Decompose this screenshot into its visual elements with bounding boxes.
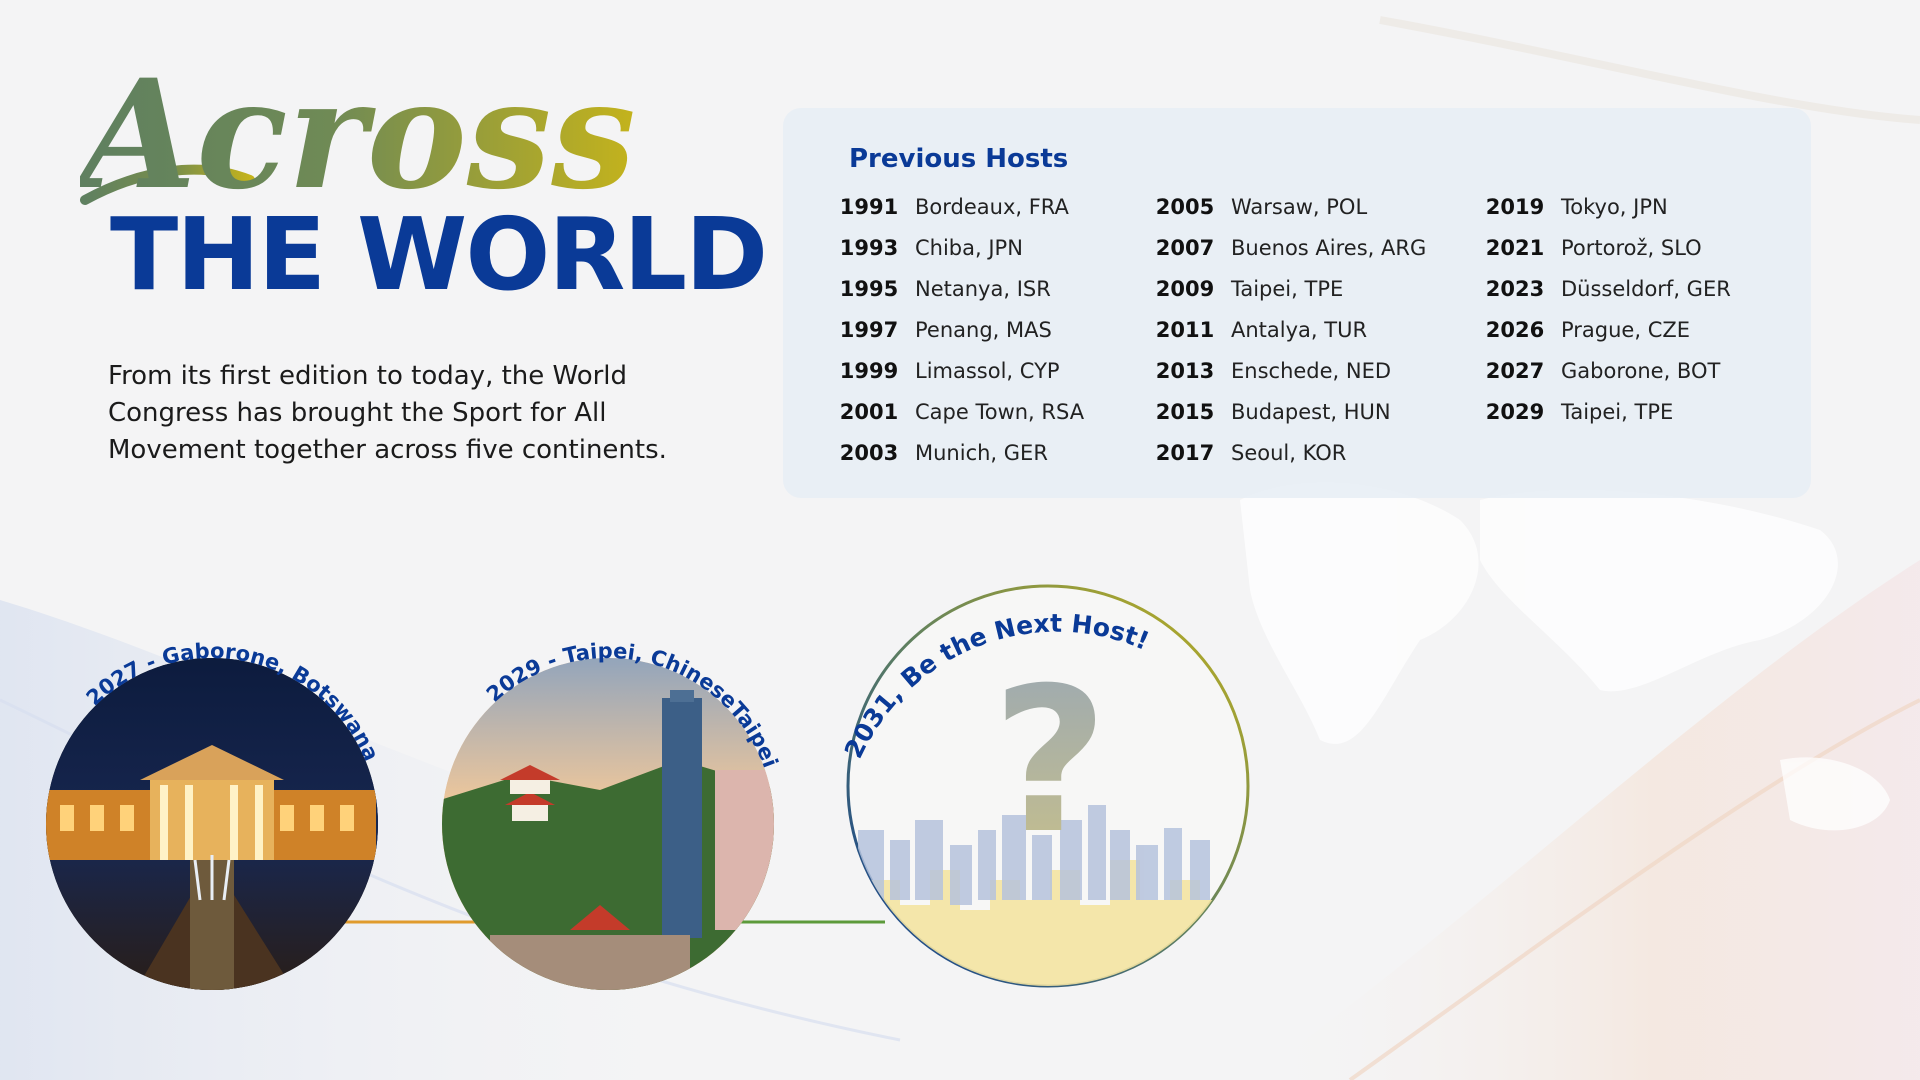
previous-hosts-card: Previous Hosts 1991 Bordeaux, FRA 1993 Chib… [783, 108, 1811, 498]
host-year: 2029 [1485, 399, 1545, 424]
host-row: 1999 Limassol, CYP [829, 350, 1084, 391]
hero-title-block: Across THE WORLD [80, 47, 768, 320]
host-row: 1995 Netanya, ISR [829, 268, 1084, 309]
host-year: 1999 [839, 358, 899, 383]
hosts-column-3: 2019 Tokyo, JPN 2021 Portorož, SLO 2023 Düsse… [1475, 186, 1731, 432]
host-row: 2015 Budapest, HUN [1145, 391, 1426, 432]
host-city: Düsseldorf, GER [1561, 276, 1731, 301]
host-row: 2019 Tokyo, JPN [1475, 186, 1731, 227]
host-row: 2009 Taipei, TPE [1145, 268, 1426, 309]
host-city: Limassol, CYP [915, 358, 1060, 383]
host-city: Taipei, TPE [1561, 399, 1674, 424]
host-row: 1991 Bordeaux, FRA [829, 186, 1084, 227]
host-year: 2001 [839, 399, 899, 424]
host-row: 2003 Munich, GER [829, 432, 1084, 473]
host-year: 2009 [1155, 276, 1215, 301]
hero-script-word: Across [80, 47, 636, 223]
host-year: 2017 [1155, 440, 1215, 465]
question-mark-icon: ? [992, 645, 1108, 878]
host-city: Portorož, SLO [1561, 235, 1702, 260]
host-year: 2027 [1485, 358, 1545, 383]
hosts-column-1: 1991 Bordeaux, FRA 1993 Chiba, JPN 1995 Netan… [829, 186, 1084, 473]
host-row: 2011 Antalya, TUR [1145, 309, 1426, 350]
host-city: Antalya, TUR [1231, 317, 1368, 342]
host-city: Buenos Aires, ARG [1231, 235, 1427, 260]
host-city: Gaborone, BOT [1561, 358, 1721, 383]
host-year: 1995 [839, 276, 899, 301]
host-year: 2026 [1485, 317, 1545, 342]
host-city: Tokyo, JPN [1561, 194, 1668, 219]
host-city: Seoul, KOR [1231, 440, 1347, 465]
host-year: 1991 [839, 194, 899, 219]
host-row: 2001 Cape Town, RSA [829, 391, 1084, 432]
host-row: 1993 Chiba, JPN [829, 227, 1084, 268]
host-year: 2007 [1155, 235, 1215, 260]
host-row: 2027 Gaborone, BOT [1475, 350, 1731, 391]
host-row: 2023 Düsseldorf, GER [1475, 268, 1731, 309]
host-row: 2013 Enschede, NED [1145, 350, 1426, 391]
intro-paragraph: From its first edition to today, the Wor… [108, 361, 667, 465]
host-city: Bordeaux, FRA [915, 194, 1069, 219]
host-year: 1997 [839, 317, 899, 342]
previous-hosts-title: Previous Hosts [849, 144, 1069, 174]
host-row: 2007 Buenos Aires, ARG [1145, 227, 1426, 268]
host-city: Munich, GER [915, 440, 1048, 465]
host-city: Warsaw, POL [1231, 194, 1368, 219]
host-city: Netanya, ISR [915, 276, 1051, 301]
host-row: 2017 Seoul, KOR [1145, 432, 1426, 473]
hosts-column-2: 2005 Warsaw, POL 2007 Buenos Aires, ARG 2009… [1145, 186, 1426, 473]
host-year: 2021 [1485, 235, 1545, 260]
host-city: Budapest, HUN [1231, 399, 1391, 424]
host-year: 2011 [1155, 317, 1215, 342]
host-year: 1993 [839, 235, 899, 260]
host-year: 2019 [1485, 194, 1545, 219]
hero-title: THE WORLD [110, 196, 768, 313]
host-city: Enschede, NED [1231, 358, 1392, 383]
host-year: 2003 [839, 440, 899, 465]
host-row: 2005 Warsaw, POL [1145, 186, 1426, 227]
host-city: Taipei, TPE [1231, 276, 1344, 301]
host-year: 2023 [1485, 276, 1545, 301]
host-city: Prague, CZE [1561, 317, 1691, 342]
future-hosts-timeline: 2027 - Gaborone, Botswana 2029 - Taipei,… [46, 584, 1250, 990]
host-city: Penang, MAS [915, 317, 1052, 342]
host-row: 1997 Penang, MAS [829, 309, 1084, 350]
host-row: 2029 Taipei, TPE [1475, 391, 1731, 432]
host-year: 2015 [1155, 399, 1215, 424]
host-city: Chiba, JPN [915, 235, 1023, 260]
next-host-circle: ? [846, 584, 1250, 988]
host-row: 2026 Prague, CZE [1475, 309, 1731, 350]
host-year: 2013 [1155, 358, 1215, 383]
host-row: 2021 Portorož, SLO [1475, 227, 1731, 268]
host-city: Cape Town, RSA [915, 399, 1085, 424]
host-year: 2005 [1155, 194, 1215, 219]
